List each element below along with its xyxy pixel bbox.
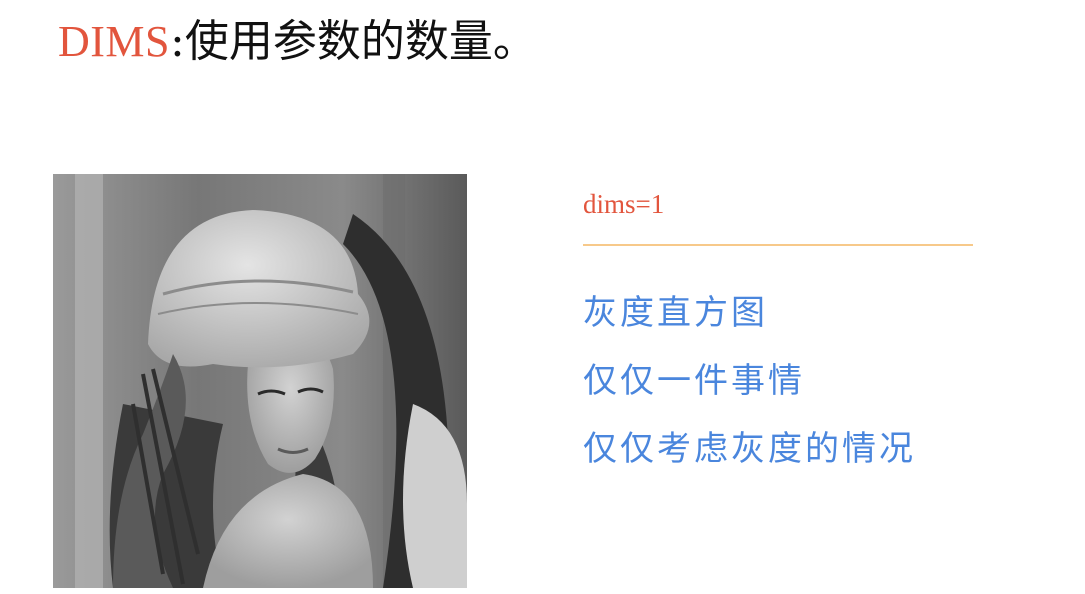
divider-line xyxy=(583,244,973,246)
grayscale-portrait-image xyxy=(53,174,467,588)
title-description: :使用参数的数量。 xyxy=(170,16,537,67)
bullet-item-grayscale-histogram: 灰度直方图 xyxy=(583,293,768,333)
bullet-item-grayscale-only: 仅仅考虑灰度的情况 xyxy=(583,429,916,469)
bullet-item-only-one-thing: 仅仅一件事情 xyxy=(583,361,805,401)
title-keyword: DIMS xyxy=(58,17,171,66)
slide-title: DIMS:使用参数的数量。 xyxy=(58,12,537,72)
parameter-value-label: dims=1 xyxy=(583,189,665,219)
slide: DIMS:使用参数的数量。 dims=1 灰度直方图 仅仅一件事情 仅仅考虑灰度… xyxy=(0,0,1085,594)
bullet-list: 灰度直方图 仅仅一件事情 仅仅考虑灰度的情况 xyxy=(583,290,916,494)
